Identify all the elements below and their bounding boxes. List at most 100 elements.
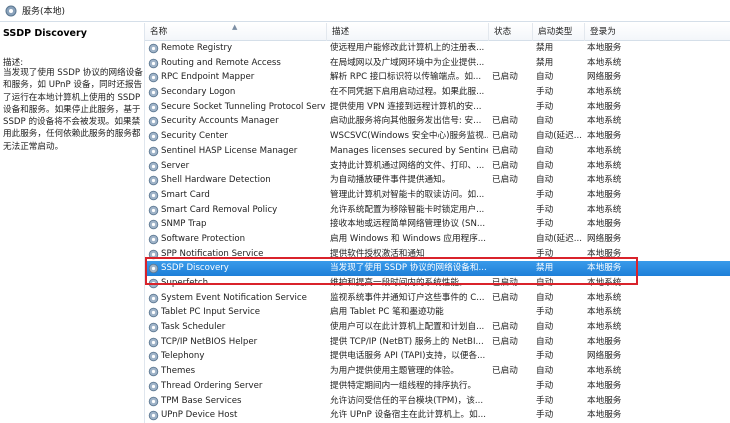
column-logon-label: 登录为 [590, 27, 616, 37]
service-name: System Event Notification Service [161, 292, 307, 303]
service-gear-icon [148, 58, 159, 69]
service-description: 为自动播放硬件事件提供通知。 [330, 175, 451, 186]
service-row[interactable]: System Event Notification Service 监视系统事件并… [145, 291, 730, 306]
service-startup-type: 自动 [536, 366, 554, 377]
column-header-logon[interactable]: 登录为 [585, 23, 730, 41]
service-startup-type: 自动 [536, 322, 554, 333]
service-row[interactable]: Themes 为用户提供使用主题管理的体验。 已启动 自动 本地系统 [145, 364, 730, 379]
service-gear-icon [148, 307, 159, 318]
service-description: 允许 UPnP 设备宿主在此计算机上。如... [330, 410, 486, 421]
service-name: Tablet PC Input Service [161, 307, 260, 318]
description-text: 当发现了使用 SSDP 协议的网络设备和服务，如 UPnP 设备，同时还报告了运… [3, 68, 143, 152]
window-title: 服务(本地) [22, 7, 66, 17]
column-header-startup[interactable]: 启动类型 [533, 23, 585, 41]
service-row[interactable]: Security Center WSCSVC(Windows 安全中心)服务监视.… [145, 129, 730, 144]
service-status: 已启动 [492, 292, 518, 303]
service-description: 提供软件授权激活和通知 [330, 248, 425, 259]
service-status: 已启动 [492, 145, 518, 156]
service-description: 使远程用户能修改此计算机上的注册表... [330, 43, 485, 53]
service-gear-icon [148, 396, 159, 407]
service-row[interactable]: Task Scheduler 使用户可以在此计算机上配置和计划自... 已启动 自动 本… [145, 320, 730, 335]
service-row[interactable]: Software Protection 启用 Windows 和 Windows … [145, 232, 730, 247]
service-gear-icon [148, 205, 159, 216]
service-description: 使用户可以在此计算机上配置和计划自... [330, 322, 485, 333]
service-row[interactable]: Telephony 提供电话服务 API (TAPI)支持，以便各... 手动 网络服… [145, 349, 730, 364]
service-description: 允许访问受信任的平台模块(TPM)，该... [330, 395, 484, 406]
service-description: 允许系统配置为移除智能卡时锁定用户... [330, 204, 485, 215]
service-row[interactable]: Sentinel HASP License Manager Manages lic… [145, 144, 730, 159]
service-description: WSCSVC(Windows 安全中心)服务监视... [330, 131, 488, 142]
service-description: 启动此服务将向其他服务发出信号: 安... [330, 116, 482, 127]
service-status: 已启动 [492, 366, 518, 377]
service-row[interactable]: UPnP Device Host 允许 UPnP 设备宿主在此计算机上。如... 手… [145, 408, 730, 423]
service-row[interactable]: TCP/IP NetBIOS Helper 提供 TCP/IP (NetBT) 服… [145, 335, 730, 350]
service-row[interactable]: Remote Registry 使远程用户能修改此计算机上的注册表... 禁用 本地服… [145, 41, 730, 56]
service-description: 启用 Windows 和 Windows 应用程序... [330, 233, 487, 244]
service-row[interactable]: Shell Hardware Detection 为自动播放硬件事件提供通知。 已启… [145, 173, 730, 188]
service-startup-type: 自动 [536, 160, 554, 171]
service-gear-icon [148, 116, 159, 127]
service-gear-icon [148, 249, 159, 260]
service-name: TCP/IP NetBIOS Helper [161, 336, 258, 347]
service-startup-type: 手动 [536, 351, 554, 362]
service-row[interactable]: Smart Card Removal Policy 允许系统配置为移除智能卡时锁定… [145, 203, 730, 218]
service-row[interactable]: Security Accounts Manager 启动此服务将向其他服务发出信号… [145, 114, 730, 129]
service-status: 已启动 [492, 72, 518, 83]
service-row[interactable]: Superfetch 维护和提高一段时间内的系统性能。 已启动 自动 本地系统 [145, 276, 730, 291]
service-logon-as: 本地系统 [587, 57, 622, 68]
service-status: 已启动 [492, 116, 518, 127]
services-list[interactable]: 名称 ▲ 描述 状态 启动类型 登录为 Remote Registry 使远程用户… [144, 23, 730, 423]
service-gear-icon [148, 234, 159, 245]
service-startup-type: 自动 [536, 278, 554, 288]
column-startup-label: 启动类型 [538, 27, 573, 37]
service-logon-as: 本地服务 [587, 43, 622, 53]
service-row[interactable]: Thread Ordering Server 提供特定期间内一组线程的排序执行。 手… [145, 379, 730, 394]
service-description: 提供电话服务 API (TAPI)支持，以便各... [330, 351, 486, 362]
service-startup-type: 手动 [536, 101, 554, 112]
service-description: 提供特定期间内一组线程的排序执行。 [330, 380, 477, 391]
service-row[interactable]: RPC Endpoint Mapper 解析 RPC 接口标识符以传输端点。如..… [145, 70, 730, 85]
service-row[interactable]: Server 支持此计算机通过网络的文件、打印、... 已启动 自动 本地系统 [145, 159, 730, 174]
service-gear-icon [148, 146, 159, 157]
service-startup-type: 自动 [536, 72, 554, 83]
service-startup-type: 手动 [536, 204, 554, 215]
service-name: RPC Endpoint Mapper [161, 72, 255, 83]
column-header-status[interactable]: 状态 [489, 23, 533, 41]
service-name: SPP Notification Service [161, 248, 264, 259]
service-startup-type: 自动 [536, 145, 554, 156]
service-row[interactable]: Secondary Logon 在不同凭据下启用启动过程。如果此服... 手动 本地系… [145, 85, 730, 100]
service-row[interactable]: SNMP Trap 接收本地或远程简单网络管理协议 (SN... 手动 本地服务 [145, 217, 730, 232]
service-logon-as: 本地服务 [587, 410, 622, 421]
service-gear-icon [148, 175, 159, 186]
service-startup-type: 手动 [536, 248, 554, 259]
column-header-description[interactable]: 描述 [327, 23, 489, 41]
service-logon-as: 本地服务 [587, 248, 622, 259]
service-status: 已启动 [492, 131, 518, 142]
service-row[interactable]: Secure Socket Tunneling Protocol Service… [145, 100, 730, 115]
service-row[interactable]: TPM Base Services 允许访问受信任的平台模块(TPM)，该... 手… [145, 394, 730, 409]
service-logon-as: 本地系统 [587, 322, 622, 333]
service-logon-as: 网络服务 [587, 351, 622, 362]
service-gear-icon [148, 351, 159, 362]
detail-pane: SSDP Discovery 描述: 当发现了使用 SSDP 协议的网络设备和服… [0, 23, 144, 423]
service-row[interactable]: Smart Card 管理此计算机对智能卡的取读访问。如... 手动 本地服务 [145, 188, 730, 203]
service-row[interactable]: Tablet PC Input Service 启用 Tablet PC 笔和墨迹… [145, 305, 730, 320]
service-startup-type: 手动 [536, 307, 554, 318]
service-row[interactable]: Routing and Remote Access 在局域网以及广域网环境中为企业… [145, 56, 730, 71]
service-status: 已启动 [492, 322, 518, 333]
service-gear-icon [148, 102, 159, 113]
service-startup-type: 禁用 [536, 43, 554, 53]
service-row[interactable]: SPP Notification Service 提供软件授权激活和通知 手动 本地服… [145, 247, 730, 262]
service-row[interactable]: SSDP Discovery 当发现了使用 SSDP 协议的网络设备和... 禁用 本… [145, 261, 730, 276]
service-description: Manages licenses secured by Sentinel... [330, 145, 488, 156]
service-name: Smart Card [161, 189, 210, 200]
service-name: UPnP Device Host [161, 410, 238, 421]
service-logon-as: 本地系统 [587, 366, 622, 377]
service-logon-as: 本地服务 [587, 101, 622, 112]
service-name: Routing and Remote Access [161, 57, 281, 68]
service-logon-as: 网络服务 [587, 233, 622, 244]
service-logon-as: 本地系统 [587, 292, 622, 303]
service-startup-type: 自动 [536, 116, 554, 127]
service-description: 启用 Tablet PC 笔和墨迹功能 [330, 307, 444, 318]
service-gear-icon [148, 161, 159, 172]
